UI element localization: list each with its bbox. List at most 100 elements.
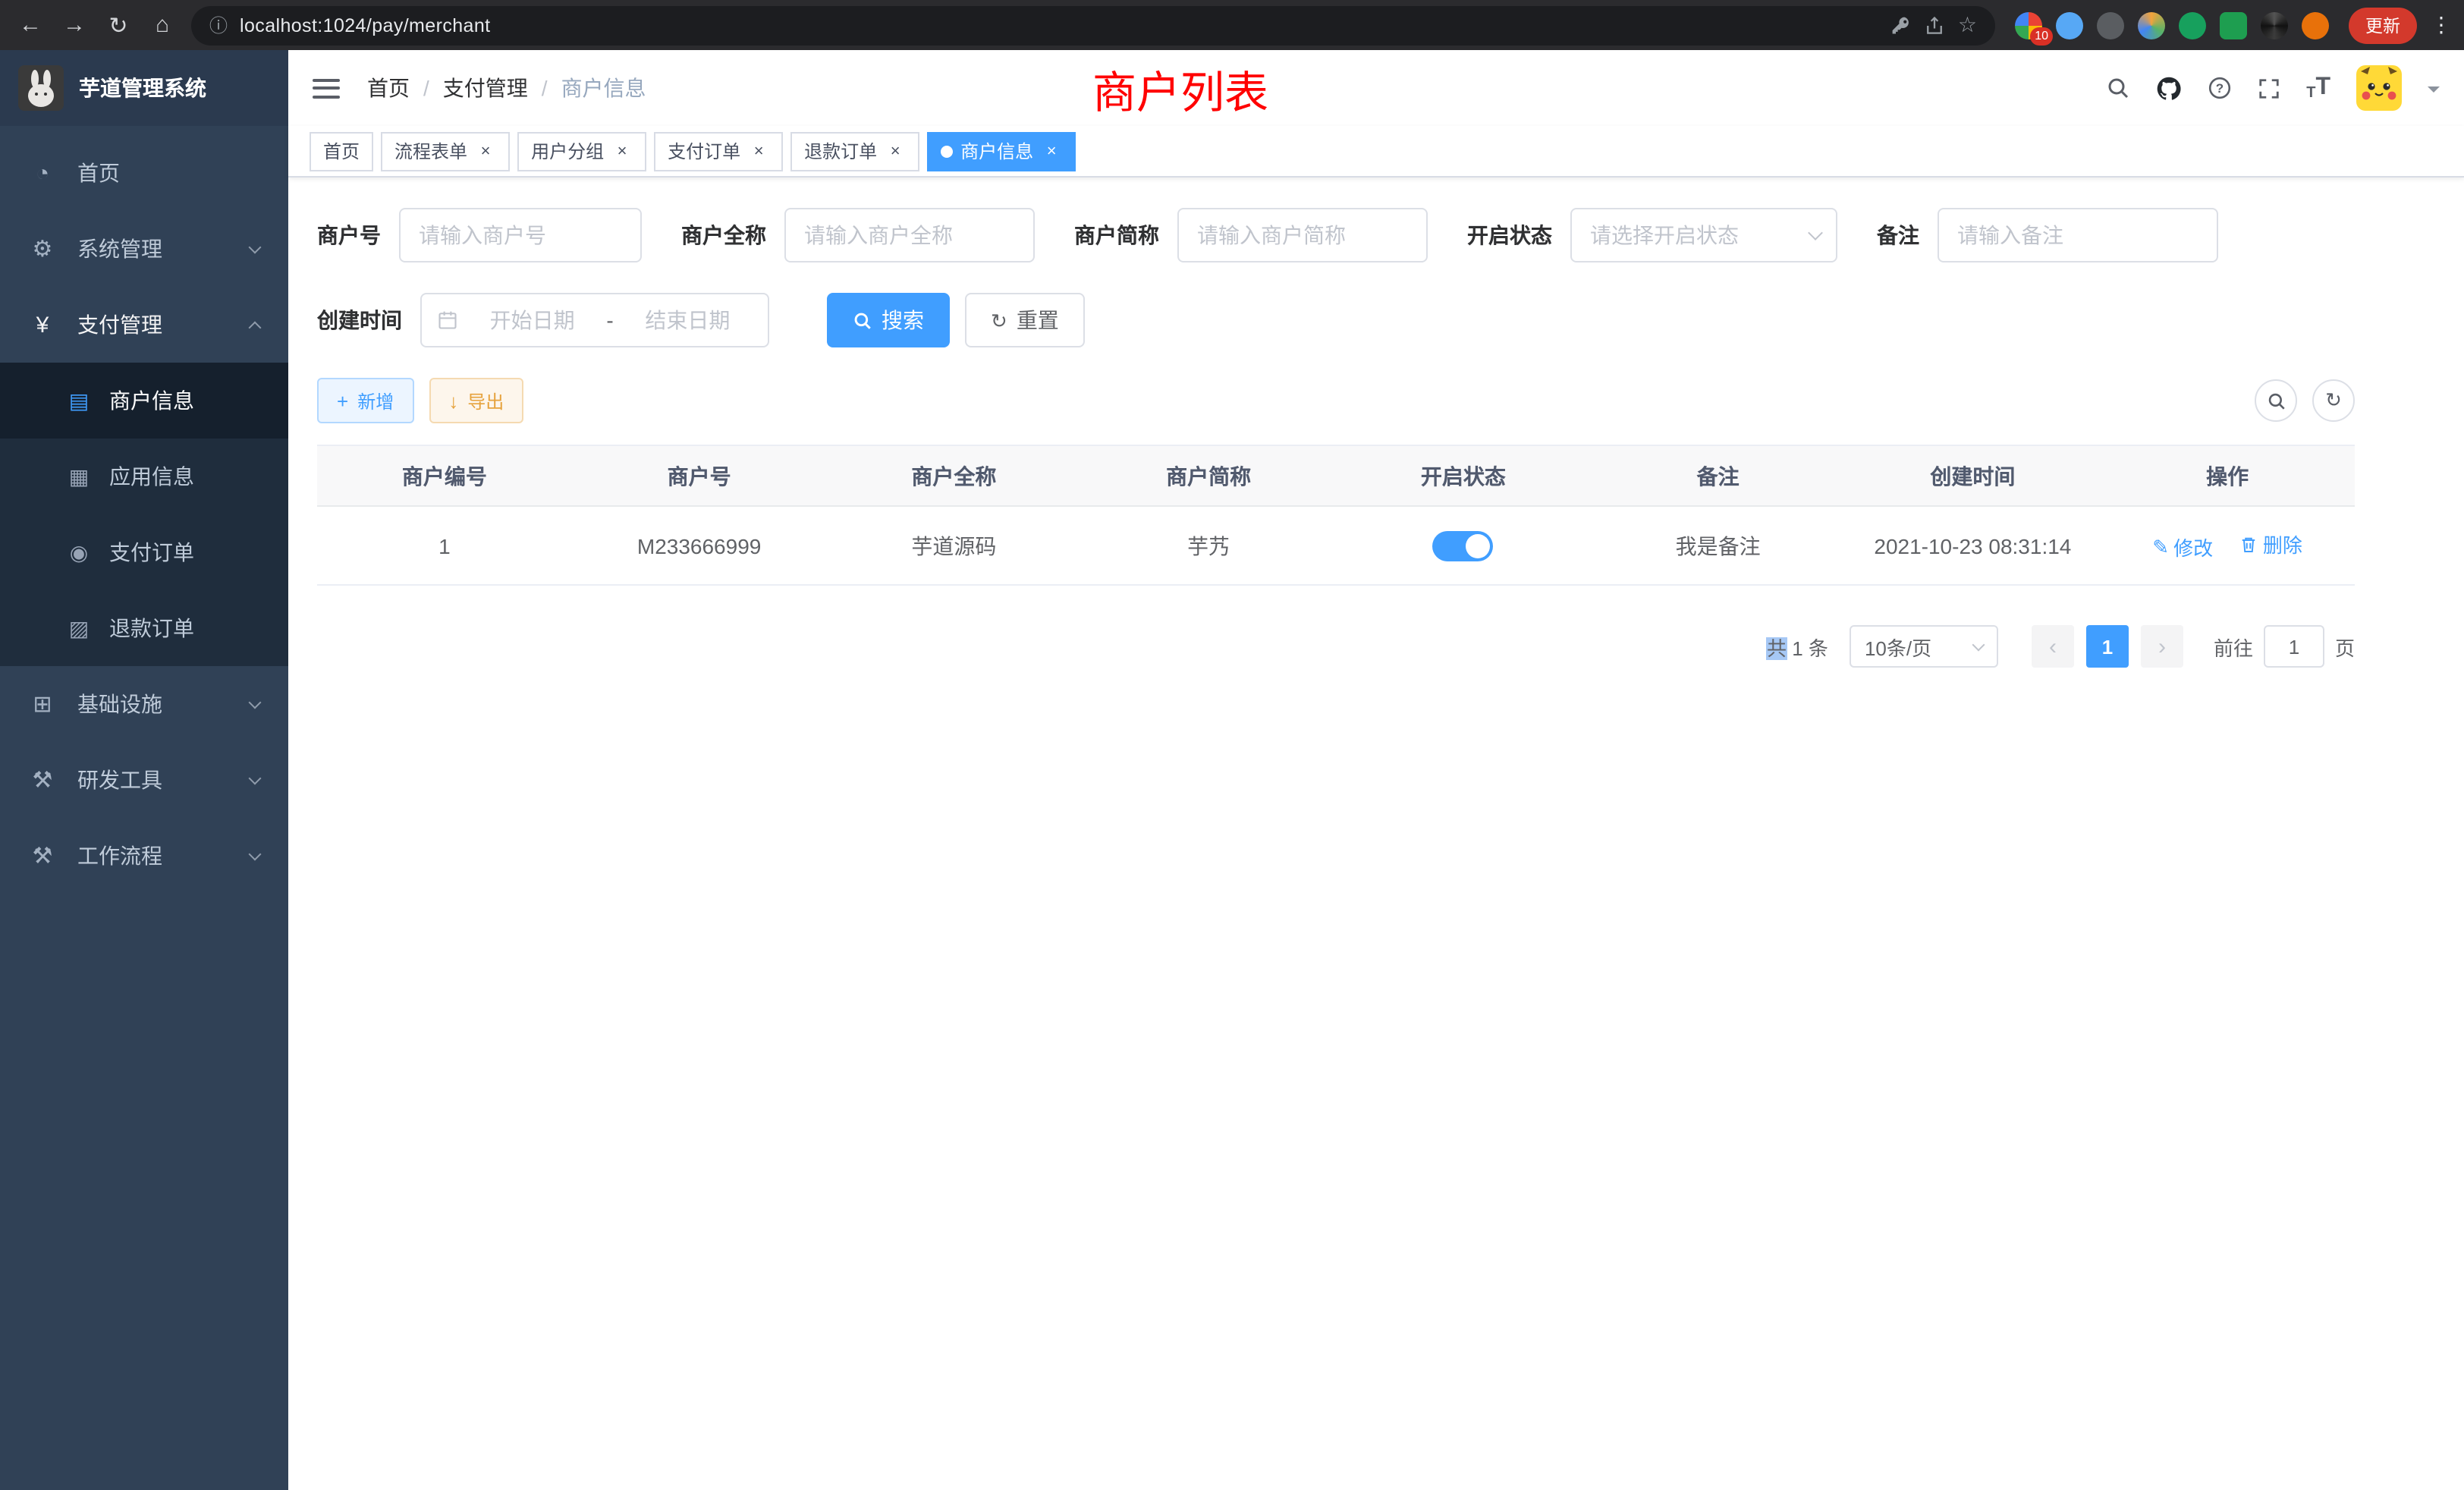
close-icon[interactable]: × [475,140,496,162]
filter-label: 商户简称 [1074,220,1177,250]
filter-row-2: 创建时间 开始日期 - 结束日期 搜索 ↻ 重置 [317,293,2355,347]
tab-refund-order[interactable]: 退款订单× [790,131,919,171]
browser-update-button[interactable]: 更新 [2349,7,2417,43]
merchant-no-input[interactable] [399,208,642,262]
status-select-input[interactable] [1570,208,1837,262]
extension-icon[interactable] [2179,11,2206,39]
avatar-caret-icon[interactable] [2428,86,2440,99]
table-header-row: 商户编号 商户号 商户全称 商户简称 开启状态 备注 创建时间 操作 [317,445,2355,506]
merchant-card-icon: ▤ [67,388,91,413]
font-size-icon[interactable]: TT [2306,74,2330,102]
sidebar-item-payment[interactable]: ¥ 支付管理 [0,287,288,363]
next-page-button[interactable]: › [2141,625,2183,668]
edit-link[interactable]: ✎ 修改 [2152,533,2213,561]
sidebar-toggle-icon[interactable] [313,78,340,98]
search-button[interactable]: 搜索 [827,293,950,347]
status-toggle[interactable] [1433,530,1494,561]
search-icon [2266,391,2286,410]
sidebar-item-infra[interactable]: ⊞ 基础设施 [0,666,288,742]
full-name-input[interactable] [784,208,1035,262]
forward-icon[interactable]: → [59,12,90,38]
bookmark-star-icon[interactable]: ☆ [1958,12,1977,38]
goto-page-input[interactable] [2264,625,2324,668]
cell-merchant-id: 1 [317,506,572,585]
close-icon[interactable]: × [611,140,633,162]
extensions-row: 10 [2009,11,2335,39]
dashboard-icon: ◔ [29,160,56,186]
filter-label: 创建时间 [317,305,420,335]
sidebar-item-app-info[interactable]: ▦ 应用信息 [0,439,288,514]
extension-icon[interactable] [2097,11,2124,39]
extension-icon[interactable] [2220,11,2247,39]
close-icon[interactable]: × [885,140,906,162]
browser-menu-icon[interactable]: ⋮ [2431,12,2449,38]
sidebar-item-refund-order[interactable]: ▨ 退款订单 [0,590,288,666]
logo-avatar [18,65,64,111]
sidebar-logo[interactable]: 芋道管理系统 [0,50,288,126]
avatar[interactable] [2356,65,2402,111]
extension-icon[interactable] [2138,11,2165,39]
app-grid-icon: ▦ [67,464,91,489]
status-select[interactable] [1570,208,1837,262]
cell-remark: 我是备注 [1591,506,1846,585]
short-name-input[interactable] [1177,208,1428,262]
reload-icon[interactable]: ↻ [103,11,134,39]
site-info-icon[interactable]: ⓘ [209,12,228,38]
filter-short-name: 商户简称 [1074,208,1428,262]
page-number-button[interactable]: 1 [2086,625,2129,668]
share-icon[interactable] [1925,14,1946,36]
help-icon[interactable]: ? [2208,76,2232,100]
cell-create-time: 2021-10-23 08:31:14 [1846,506,2101,585]
extension-icon[interactable] [2302,11,2329,39]
tab-home[interactable]: 首页 [310,131,373,171]
add-button[interactable]: + 新增 [317,378,413,423]
back-icon[interactable]: ← [15,12,46,38]
sidebar-item-merchant-info[interactable]: ▤ 商户信息 [0,363,288,439]
extension-icon[interactable]: 10 [2015,11,2042,39]
close-icon[interactable]: × [748,140,769,162]
password-key-icon[interactable] [1891,14,1912,36]
close-icon[interactable]: × [1041,140,1062,162]
remark-input[interactable] [1938,208,2218,262]
sidebar-item-dev-tools[interactable]: ⚒ 研发工具 [0,742,288,818]
cell-full-name: 芋道源码 [827,506,1082,585]
cell-actions: ✎ 修改 删除 [2100,506,2355,585]
refund-order-icon: ▨ [67,615,91,641]
next-icon: › [2158,633,2166,659]
pagination-total: 共 1 条 [1767,632,1828,661]
fullscreen-icon[interactable] [2258,77,2280,99]
sidebar-item-workflow[interactable]: ⚒ 工作流程 [0,818,288,894]
filter-remark: 备注 [1877,208,2218,262]
url-text[interactable]: localhost:1024/pay/merchant [240,14,490,36]
reset-button[interactable]: ↻ 重置 [965,293,1085,347]
pagination-goto: 前往 页 [2214,625,2355,668]
sidebar-item-system[interactable]: ⚙ 系统管理 [0,211,288,287]
search-icon[interactable] [2106,76,2130,100]
toggle-search-button[interactable] [2255,379,2297,422]
tab-process-form[interactable]: 流程表单× [381,131,510,171]
page-size-select[interactable]: 10条/页 [1850,625,1998,668]
extension-icon[interactable] [2056,11,2083,39]
export-button[interactable]: ↓ 导出 [429,378,523,423]
refresh-button[interactable]: ↻ [2312,379,2355,422]
breadcrumb-item[interactable]: 支付管理 [443,73,528,103]
url-bar[interactable]: ⓘ localhost:1024/pay/merchant ☆ [191,5,1995,45]
search-icon [853,310,872,330]
home-icon[interactable]: ⌂ [147,12,178,38]
sidebar-item-label: 工作流程 [77,841,162,871]
extension-icon[interactable] [2261,11,2288,39]
col-header: 开启状态 [1336,445,1591,506]
filter-label: 商户全称 [681,220,784,250]
github-icon[interactable] [2156,75,2182,101]
delete-link[interactable]: 删除 [2240,530,2302,558]
date-range-picker[interactable]: 开始日期 - 结束日期 [420,293,769,347]
tab-user-group[interactable]: 用户分组× [517,131,646,171]
breadcrumb-item[interactable]: 首页 [367,73,410,103]
prev-icon: ‹ [2049,633,2057,659]
col-header: 备注 [1591,445,1846,506]
sidebar-item-home[interactable]: ◔ 首页 [0,135,288,211]
sidebar-item-pay-order[interactable]: ◉ 支付订单 [0,514,288,590]
tab-merchant-info[interactable]: 商户信息× [927,131,1076,171]
tab-pay-order[interactable]: 支付订单× [654,131,783,171]
prev-page-button[interactable]: ‹ [2032,625,2074,668]
